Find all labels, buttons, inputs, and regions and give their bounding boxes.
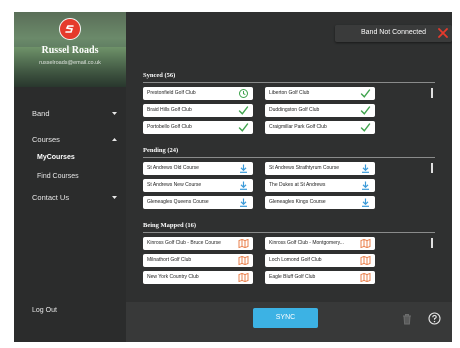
chevron-down-icon [112,196,117,199]
main-panel: Band Not Connected Synced (56) Prestonfi… [126,12,452,302]
download-icon [362,198,369,207]
course-name: Eagle Bluff Golf Club [269,274,316,280]
download-icon [240,198,247,207]
course-name: Gleneagles Kings Course [269,199,326,205]
course-card[interactable]: Prestonfield Golf Club [143,87,253,100]
course-name: Kinross Golf Club - Montgomery... [269,240,344,246]
profile-name: Russel Roads [41,45,99,56]
sidebar: Russel Roads russelroads@email.co.uk Ban… [14,12,126,342]
course-card[interactable]: St Andrews New Course [143,179,253,192]
course-name: Liberton Golf Club [269,90,310,96]
course-name: Portobello Golf Club [147,124,192,130]
check-icon [360,89,371,98]
course-card[interactable]: Kinross Golf Club - Bruce Course [143,237,253,250]
scrollbar[interactable] [431,238,433,248]
download-icon [240,164,247,173]
logout-link[interactable]: Log Out [32,307,57,314]
section-synced: Synced (56) Prestonfield Golf Club Liber… [143,72,435,142]
course-name: Braid Hills Golf Club [147,107,192,113]
nav-contact-us[interactable]: Contact Us [14,191,126,205]
pending-sync-icon [239,89,248,98]
course-name: Gleneagles Queens Course [147,199,209,205]
course-name: St Andrews Strathtyrum Course [269,165,340,171]
section-title: Being Mapped (16) [143,222,197,229]
download-icon [362,164,369,173]
check-icon [238,123,249,132]
map-icon [360,272,371,283]
brand-logo [59,18,81,40]
course-card[interactable]: The Dukes at St Andrews [265,179,375,192]
scrollbar[interactable] [431,88,433,98]
course-name: Craigmillar Park Golf Club [269,124,327,130]
course-card[interactable]: New York Country Club [143,271,253,284]
app-window: Russel Roads russelroads@email.co.uk Ban… [14,12,452,342]
course-card[interactable]: Braid Hills Golf Club [143,104,253,117]
download-icon [240,181,247,190]
course-card[interactable]: Milnathort Golf Club [143,254,253,267]
nav-courses-label: Courses [32,135,60,144]
section-divider [143,82,435,83]
section-being-mapped: Being Mapped (16) Kinross Golf Club - Br… [143,222,435,292]
section-title: Synced (56) [143,72,176,79]
band-status-text: Band Not Connected [361,29,426,36]
course-name: Milnathort Golf Club [147,257,192,263]
nav-band[interactable]: Band [14,107,126,121]
map-icon [238,238,249,249]
profile-email: russelroads@email.co.uk [39,60,101,66]
nav-band-label: Band [32,109,50,118]
section-title: Pending (24) [143,147,179,154]
course-name: Prestonfield Golf Club [147,90,196,96]
chevron-down-icon [112,112,117,115]
course-card[interactable]: Craigmillar Park Golf Club [265,121,375,134]
course-card[interactable]: St Andrews Old Course [143,162,253,175]
check-icon [238,106,249,115]
sync-button[interactable]: SYNC [253,308,318,328]
bottom-toolbar: SYNC [126,302,452,342]
course-card[interactable]: Duddingston Golf Club [265,104,375,117]
nav-courses[interactable]: Courses [14,133,126,147]
map-icon [238,272,249,283]
nav-find-courses[interactable]: Find Courses [14,172,126,184]
course-card[interactable]: Eagle Bluff Golf Club [265,271,375,284]
course-card[interactable]: Portobello Golf Club [143,121,253,134]
section-divider [143,157,435,158]
course-name: New York Country Club [147,274,199,280]
course-name: Duddingston Golf Club [269,107,320,113]
course-card[interactable]: Gleneagles Queens Course [143,196,253,209]
course-card[interactable]: Kinross Golf Club - Montgomery... [265,237,375,250]
course-name: Kinross Golf Club - Bruce Course [147,240,221,246]
nav-contact-us-label: Contact Us [32,193,70,202]
band-status-banner[interactable]: Band Not Connected [335,25,452,42]
map-icon [360,255,371,266]
section-pending: Pending (24) St Andrews Old Course St An… [143,147,435,217]
profile-header: Russel Roads russelroads@email.co.uk [14,12,126,87]
chevron-up-icon [112,138,117,141]
trash-icon[interactable] [402,313,412,325]
course-name: Loch Lomond Golf Club [269,257,322,263]
nav-my-courses-label: MyCourses [37,154,75,161]
help-icon[interactable] [428,312,441,325]
course-card[interactable]: Gleneagles Kings Course [265,196,375,209]
course-name: The Dukes at St Andrews [269,182,326,188]
course-card[interactable]: St Andrews Strathtyrum Course [265,162,375,175]
download-icon [362,181,369,190]
course-card[interactable]: Loch Lomond Golf Club [265,254,375,267]
section-divider [143,232,435,233]
nav-my-courses[interactable]: MyCourses [14,153,126,165]
course-name: St Andrews New Course [147,182,202,188]
scrollbar[interactable] [431,163,433,173]
close-icon[interactable] [438,28,448,38]
course-card[interactable]: Liberton Golf Club [265,87,375,100]
check-icon [360,106,371,115]
map-icon [238,255,249,266]
nav-find-courses-label: Find Courses [37,173,79,180]
check-icon [360,123,371,132]
course-name: St Andrews Old Course [147,165,199,171]
map-icon [360,238,371,249]
